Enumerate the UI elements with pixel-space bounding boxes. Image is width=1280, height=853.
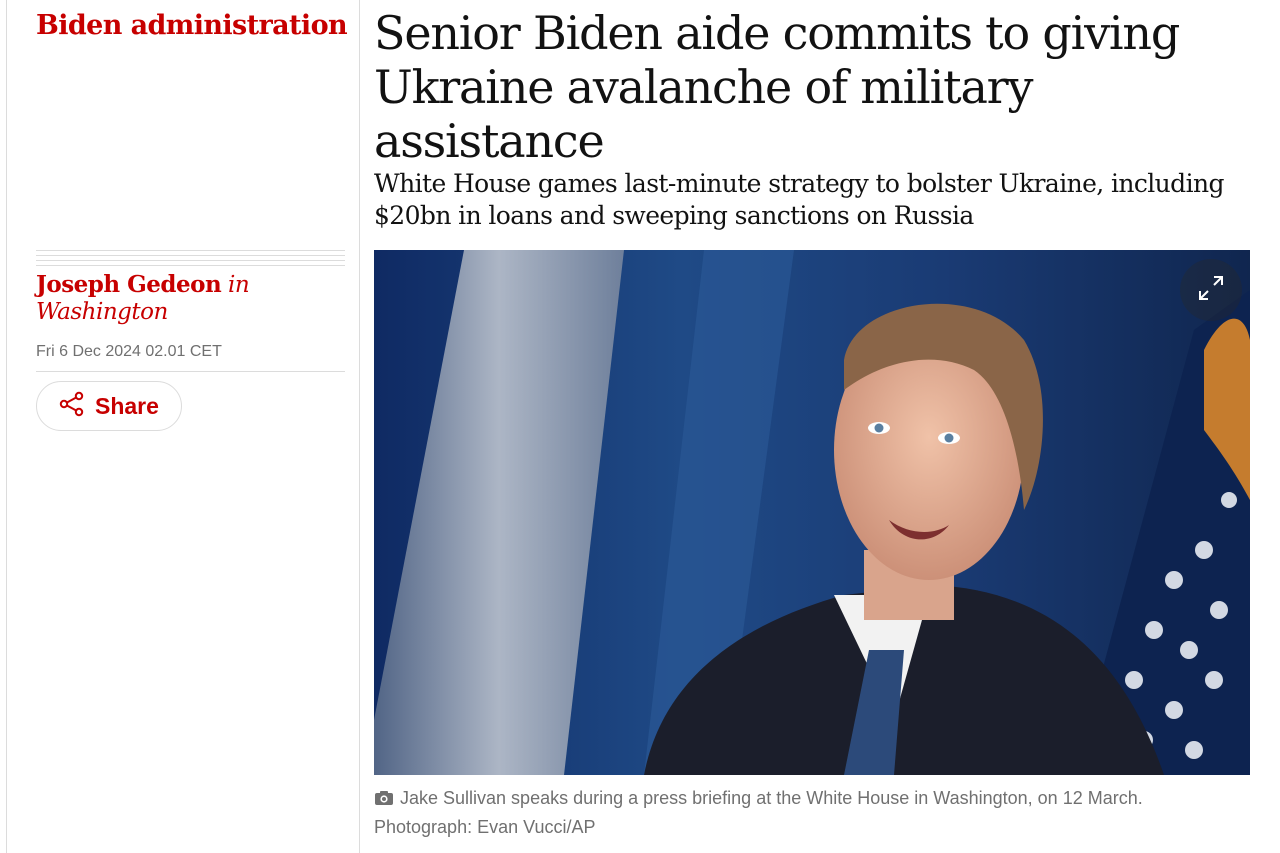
author-link[interactable]: Joseph Gedeon xyxy=(36,271,222,298)
byline: Joseph Gedeon in Washington xyxy=(36,271,345,326)
standfirst: White House games last-minute strategy t… xyxy=(374,169,1224,230)
share-label: Share xyxy=(95,392,159,419)
share-button[interactable]: Share xyxy=(36,381,182,431)
left-border xyxy=(6,0,7,853)
meta-divider xyxy=(36,371,345,372)
meta-rules xyxy=(36,250,345,270)
expand-image-button[interactable] xyxy=(1180,259,1242,321)
byline-location: Washington xyxy=(36,299,168,325)
section-label[interactable]: Biden administration xyxy=(36,10,348,41)
expand-icon xyxy=(1194,271,1228,309)
caption-text: Jake Sullivan speaks during a press brie… xyxy=(400,788,1143,808)
camera-icon xyxy=(374,787,394,814)
publish-date[interactable]: Fri 6 Dec 2024 02.01 CET xyxy=(36,343,222,361)
photo-credit: Photograph: Evan Vucci/AP xyxy=(374,817,596,837)
headline: Senior Biden aide commits to giving Ukra… xyxy=(374,6,1180,168)
share-icon xyxy=(59,391,85,421)
main-photo[interactable] xyxy=(374,250,1250,775)
photo-caption: Jake Sullivan speaks during a press brie… xyxy=(374,785,1254,841)
column-divider xyxy=(359,0,360,853)
byline-in: in xyxy=(227,272,250,298)
